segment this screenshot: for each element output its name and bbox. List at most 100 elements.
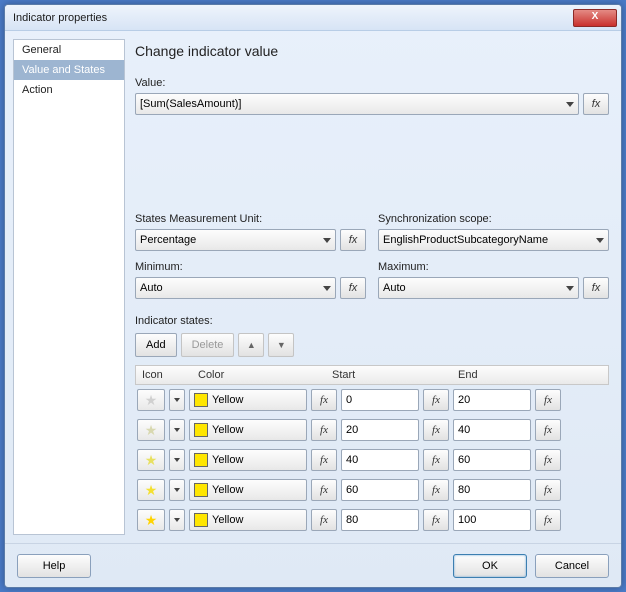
state-icon-picker[interactable]: ★ — [137, 509, 165, 531]
state-color-fx-button[interactable]: fx — [311, 479, 337, 501]
minimum-combo[interactable]: Auto — [135, 277, 336, 299]
state-color-combo[interactable]: Yellow — [189, 509, 307, 531]
star-icon: ★ — [145, 423, 158, 437]
chevron-down-icon — [566, 286, 574, 291]
star-icon: ★ — [145, 513, 158, 527]
measurement-combo[interactable]: Percentage — [135, 229, 336, 251]
add-button[interactable]: Add — [135, 333, 177, 357]
sidebar-item-general[interactable]: General — [14, 40, 124, 60]
state-end-input[interactable]: 40 — [453, 419, 531, 441]
chevron-down-icon — [323, 286, 331, 291]
state-color-fx-button[interactable]: fx — [311, 509, 337, 531]
sidebar-item-value-and-states[interactable]: Value and States — [14, 60, 124, 80]
state-end-fx-button[interactable]: fx — [535, 449, 561, 471]
chevron-down-icon — [323, 238, 331, 243]
sidebar-item-action[interactable]: Action — [14, 80, 124, 100]
col-start: Start — [326, 369, 452, 381]
value-combo[interactable]: [Sum(SalesAmount)] — [135, 93, 579, 115]
color-swatch — [194, 393, 208, 407]
state-icon-dropdown[interactable] — [169, 509, 185, 531]
col-color: Color — [192, 369, 326, 381]
state-icon-dropdown[interactable] — [169, 389, 185, 411]
move-up-button[interactable]: ▲ — [238, 333, 264, 357]
state-icon-picker[interactable]: ★ — [137, 479, 165, 501]
cancel-button[interactable]: Cancel — [535, 554, 609, 578]
state-color-text: Yellow — [212, 454, 298, 466]
state-color-fx-button[interactable]: fx — [311, 449, 337, 471]
chevron-down-icon — [566, 102, 574, 107]
chevron-down-icon — [596, 238, 604, 243]
state-color-combo[interactable]: Yellow — [189, 419, 307, 441]
value-combo-text: [Sum(SalesAmount)] — [140, 98, 562, 110]
state-row: ★Yellowfx60fx80fx — [135, 475, 609, 505]
state-end-fx-button[interactable]: fx — [535, 479, 561, 501]
minimum-fx-button[interactable]: fx — [340, 277, 366, 299]
col-icon: Icon — [136, 369, 192, 381]
state-icon-dropdown[interactable] — [169, 479, 185, 501]
ok-button[interactable]: OK — [453, 554, 527, 578]
state-end-input[interactable]: 60 — [453, 449, 531, 471]
sync-scope-label: Synchronization scope: — [378, 213, 609, 225]
states-table-body: ★Yellowfx0fx20fx★Yellowfx20fx40fx★Yellow… — [135, 385, 609, 535]
move-down-button[interactable]: ▼ — [268, 333, 294, 357]
state-end-fx-button[interactable]: fx — [535, 419, 561, 441]
state-start-input[interactable]: 20 — [341, 419, 419, 441]
state-end-fx-button[interactable]: fx — [535, 509, 561, 531]
state-icon-dropdown[interactable] — [169, 449, 185, 471]
dialog-body: General Value and States Action Change i… — [5, 31, 621, 543]
state-start-input[interactable]: 40 — [341, 449, 419, 471]
titlebar: Indicator properties X — [5, 5, 621, 31]
star-icon: ★ — [145, 453, 158, 467]
delete-button[interactable]: Delete — [181, 333, 235, 357]
state-color-combo[interactable]: Yellow — [189, 389, 307, 411]
sync-scope-combo[interactable]: EnglishProductSubcategoryName — [378, 229, 609, 251]
close-button[interactable]: X — [573, 9, 617, 27]
state-icon-picker[interactable]: ★ — [137, 389, 165, 411]
chevron-down-icon — [174, 458, 180, 462]
dialog-window: Indicator properties X General Value and… — [4, 4, 622, 588]
col-end: End — [452, 369, 608, 381]
state-color-fx-button[interactable]: fx — [311, 419, 337, 441]
state-color-text: Yellow — [212, 394, 298, 406]
state-color-text: Yellow — [212, 484, 298, 496]
color-swatch — [194, 453, 208, 467]
state-color-combo[interactable]: Yellow — [189, 479, 307, 501]
state-start-input[interactable]: 0 — [341, 389, 419, 411]
state-icon-picker[interactable]: ★ — [137, 419, 165, 441]
state-icon-dropdown[interactable] — [169, 419, 185, 441]
state-color-text: Yellow — [212, 424, 298, 436]
state-start-fx-button[interactable]: fx — [423, 449, 449, 471]
star-icon: ★ — [145, 393, 158, 407]
value-label: Value: — [135, 77, 609, 89]
state-start-input[interactable]: 60 — [341, 479, 419, 501]
state-end-fx-button[interactable]: fx — [535, 389, 561, 411]
states-label: Indicator states: — [135, 315, 609, 327]
sidebar: General Value and States Action — [13, 39, 125, 535]
state-start-fx-button[interactable]: fx — [423, 389, 449, 411]
state-color-combo[interactable]: Yellow — [189, 449, 307, 471]
measurement-fx-button[interactable]: fx — [340, 229, 366, 251]
state-start-fx-button[interactable]: fx — [423, 509, 449, 531]
state-end-input[interactable]: 20 — [453, 389, 531, 411]
state-start-fx-button[interactable]: fx — [423, 419, 449, 441]
help-button[interactable]: Help — [17, 554, 91, 578]
chevron-down-icon — [174, 518, 180, 522]
chevron-down-icon — [174, 398, 180, 402]
maximum-fx-button[interactable]: fx — [583, 277, 609, 299]
state-icon-picker[interactable]: ★ — [137, 449, 165, 471]
state-end-input[interactable]: 80 — [453, 479, 531, 501]
window-title: Indicator properties — [9, 12, 573, 24]
maximum-combo[interactable]: Auto — [378, 277, 579, 299]
page-heading: Change indicator value — [135, 43, 609, 59]
state-end-input[interactable]: 100 — [453, 509, 531, 531]
states-table-header: Icon Color Start End — [135, 365, 609, 385]
chevron-down-icon — [174, 428, 180, 432]
state-color-fx-button[interactable]: fx — [311, 389, 337, 411]
state-row: ★Yellowfx20fx40fx — [135, 415, 609, 445]
state-start-fx-button[interactable]: fx — [423, 479, 449, 501]
main-panel: Change indicator value Value: [Sum(Sales… — [135, 39, 613, 535]
color-swatch — [194, 513, 208, 527]
state-start-input[interactable]: 80 — [341, 509, 419, 531]
value-fx-button[interactable]: fx — [583, 93, 609, 115]
color-swatch — [194, 423, 208, 437]
